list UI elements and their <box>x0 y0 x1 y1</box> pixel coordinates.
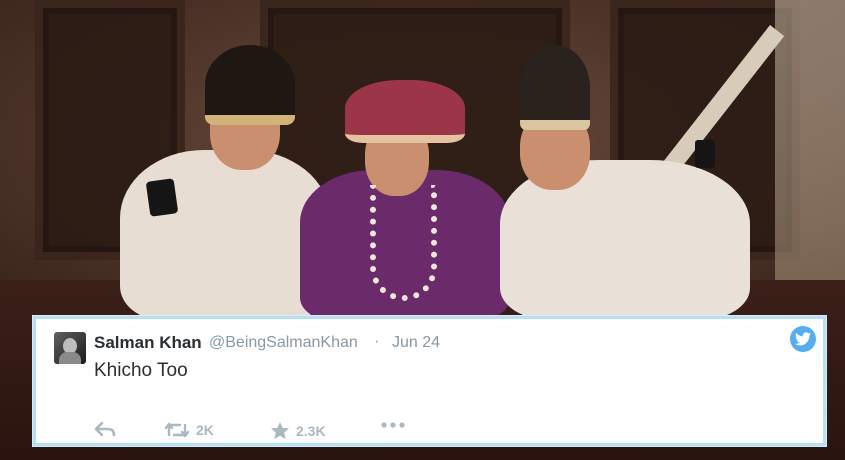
star-icon <box>271 422 289 439</box>
tweet-author-handle[interactable]: @BeingSalmanKhan <box>209 334 358 352</box>
user-avatar[interactable] <box>54 332 86 364</box>
more-dots-icon <box>381 422 405 428</box>
person-left <box>120 150 330 320</box>
twitter-bird-glyph <box>795 332 811 346</box>
favorite-count: 2.3K <box>296 422 326 439</box>
favorite-button[interactable]: 2.3K <box>270 421 326 440</box>
phone-right <box>695 140 715 168</box>
turban-left <box>205 45 295 125</box>
retweet-icon <box>164 422 190 438</box>
twitter-bird-icon[interactable] <box>790 326 816 352</box>
meta-separator: · <box>374 333 380 350</box>
wall <box>775 0 845 300</box>
pearl-necklace <box>370 185 437 301</box>
tweet-card: Salman Khan @BeingSalmanKhan · Jun 24 Kh… <box>33 316 826 446</box>
tweet-author-name[interactable]: Salman Khan <box>94 333 202 353</box>
phone-left <box>145 178 179 217</box>
turban-right <box>520 45 590 130</box>
retweet-count: 2K <box>196 422 214 438</box>
more-options-button[interactable] <box>380 421 406 429</box>
avatar-body <box>59 352 81 364</box>
reply-icon <box>94 421 116 437</box>
tweet-text: Khicho Too <box>94 360 188 381</box>
turban-middle <box>345 80 465 143</box>
retweet-button[interactable]: 2K <box>164 421 214 439</box>
tweet-date[interactable]: Jun 24 <box>392 334 440 352</box>
reply-button[interactable] <box>94 421 116 437</box>
